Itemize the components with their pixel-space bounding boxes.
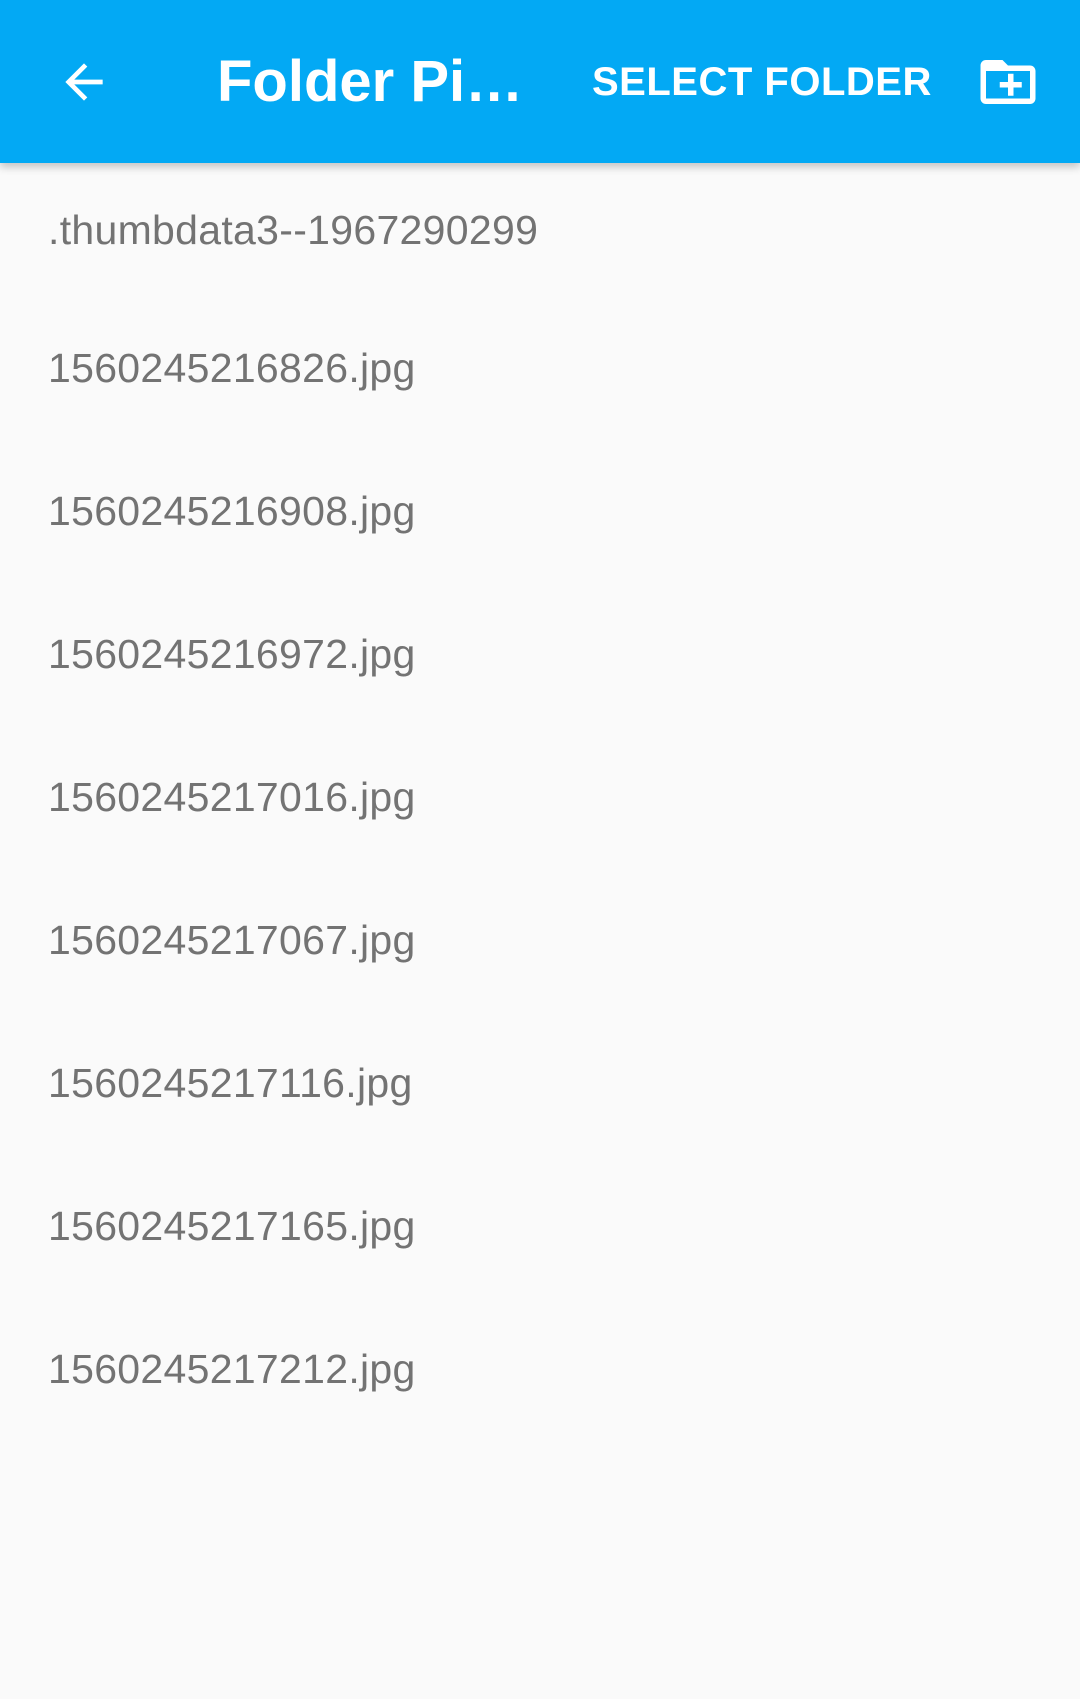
file-list: .thumbdata3--1967290299 1560245216826.jp… — [0, 163, 1080, 1441]
list-item[interactable]: 1560245216908.jpg — [0, 440, 1080, 583]
list-item[interactable]: 1560245217212.jpg — [0, 1298, 1080, 1441]
list-item[interactable]: 1560245217165.jpg — [0, 1155, 1080, 1298]
new-folder-button[interactable] — [964, 38, 1052, 126]
list-item[interactable]: 1560245217016.jpg — [0, 726, 1080, 869]
file-name: 1560245217016.jpg — [48, 774, 416, 820]
file-name: 1560245216826.jpg — [48, 345, 416, 391]
file-name: 1560245217116.jpg — [48, 1060, 413, 1106]
list-item[interactable]: 1560245216972.jpg — [0, 583, 1080, 726]
app-bar: Folder Pi… SELECT FOLDER — [0, 0, 1080, 163]
arrow-left-icon — [65, 63, 103, 101]
list-item[interactable]: .thumbdata3--1967290299 — [0, 163, 1080, 297]
list-item[interactable]: 1560245217116.jpg — [0, 1012, 1080, 1155]
file-name: 1560245217067.jpg — [48, 917, 416, 963]
file-name: 1560245216972.jpg — [48, 631, 416, 677]
file-name: 1560245216908.jpg — [48, 488, 416, 534]
file-name: 1560245217212.jpg — [48, 1346, 416, 1392]
folder-plus-icon — [980, 60, 1036, 104]
list-item[interactable]: 1560245217067.jpg — [0, 869, 1080, 1012]
file-name: 1560245217165.jpg — [48, 1203, 416, 1249]
select-folder-button[interactable]: SELECT FOLDER — [574, 40, 950, 124]
page-title: Folder Pi… — [217, 49, 524, 114]
list-item[interactable]: 1560245216826.jpg — [0, 297, 1080, 440]
file-name: .thumbdata3--1967290299 — [48, 206, 539, 253]
back-button[interactable] — [40, 38, 128, 126]
